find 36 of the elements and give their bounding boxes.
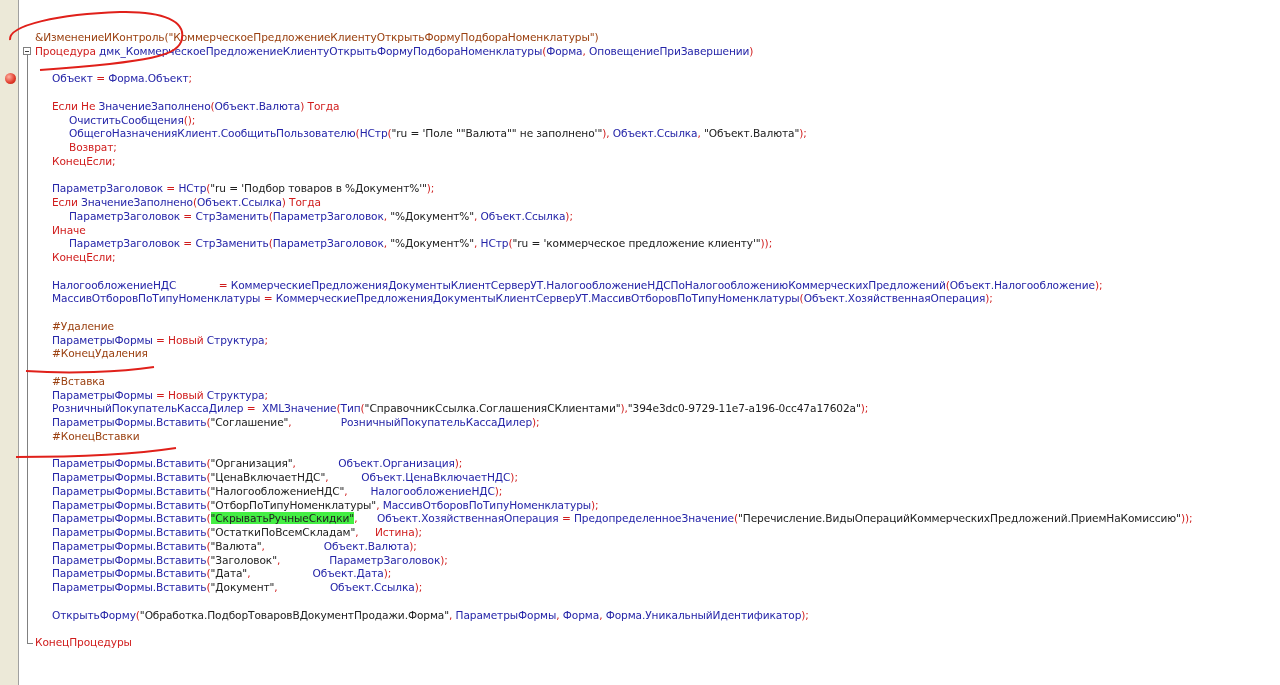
code-line: Если Не ЗначениеЗаполнено(Объект.Валюта) Тогда xyxy=(51,99,340,114)
code-line: ПараметрыФормы.Вставить("ЦенаВключаетНДС", Объект.ЦенаВключаетНДС); xyxy=(51,471,518,485)
code-line: ПараметрЗаголовок = СтрЗаменить(ПараметрЗаголовок, "%Документ%", НСтр("ru = 'коммерческое предложение клиенту'")); xyxy=(68,237,773,251)
code-line: ПараметрЗаголовок = НСтр("ru = 'Подбор товаров в %Документ%'"); xyxy=(51,182,435,196)
code-line: ПараметрыФормы.Вставить("ОтборПоТипуНоменклатуры", МассивОтборовПоТипуНоменклатуры); xyxy=(51,498,599,513)
code-line: ПараметрыФормы.Вставить("Документ", Объект.Ссылка); xyxy=(51,581,423,595)
code-line: Иначе xyxy=(51,223,86,238)
code-line: НалогообложениеНДС = КоммерческиеПредложенияДокументыКлиентСерверУТ.НалогообложениеНДСПоНалогообложениюКоммерческихПредложений(Объект.Налогообложение); xyxy=(51,278,1103,293)
code-line: ПараметрыФормы.Вставить("Валюта", Объект.Валюта); xyxy=(51,539,417,554)
code-line: КонецЕсли; xyxy=(51,154,116,169)
code-line: Объект = Форма.Объект; xyxy=(51,72,193,86)
code-line: #Удаление xyxy=(51,319,114,334)
code-line: РозничныйПокупательКассаДилер = XMLЗначение(Тип("СправочникСсылка.СоглашенияСКлиентами"),"394e3dc0-9729-11e7-a196-0cc47a17602a"); xyxy=(51,402,869,416)
code-line: Возврат; xyxy=(68,141,117,155)
code-line: #Вставка xyxy=(51,374,105,389)
code-line: ПараметрЗаголовок = СтрЗаменить(ПараметрЗаголовок, "%Документ%", Объект.Ссылка); xyxy=(68,209,573,224)
code-line: ПараметрыФормы.Вставить("Соглашение", РозничныйПокупательКассаДилер); xyxy=(51,416,540,430)
code-line: ПараметрыФормы.Вставить("Заголовок", ПараметрЗаголовок); xyxy=(51,553,448,568)
code-line: Если ЗначениеЗаполнено(Объект.Ссылка) Тогда xyxy=(51,196,321,210)
code-line: ПараметрыФормы.Вставить("Дата", Объект.Дата); xyxy=(51,567,392,581)
code-line: #КонецВставки xyxy=(51,429,140,444)
code-line: #КонецУдаления xyxy=(51,347,148,361)
code-line: ПараметрыФормы.Вставить("НалогообложениеНДС", НалогообложениеНДС); xyxy=(51,484,503,499)
code-line: ПараметрыФормы.Вставить("СкрыватьРучныеСкидки", Объект.ХозяйственнаяОперация = ПредопределенноеЗначение("Перечисление.ВидыОперацийКоммерческихПредложений.ПриемНаКомиссию")); xyxy=(51,512,1193,526)
code-line: ПараметрыФормы = Новый Структура; xyxy=(51,388,268,403)
collapse-icon[interactable] xyxy=(23,46,31,55)
code-line: ОбщегоНазначенияКлиент.СообщитьПользователю(НСтр("ru = 'Поле ""Валюта"" не заполнено'"), Объект.Ссылка, "Объект.Валюта"); xyxy=(68,127,807,141)
code-line: ОткрытьФорму("Обработка.ПодборТоваровВДокументПродажи.Форма", ПараметрыФормы, Форма, Форма.УникальныйИдентификатор); xyxy=(51,608,809,623)
code-line: ПараметрыФормы.Вставить("ОстаткиПоВсемСкладам", Истина); xyxy=(51,526,423,540)
code-line: ПараметрыФормы.Вставить("Организация", Объект.Организация); xyxy=(51,457,463,471)
code-line: ОчиститьСообщения(); xyxy=(68,113,196,128)
code-line: КонецПроцедуры xyxy=(35,636,132,650)
breakpoint-icon[interactable] xyxy=(5,73,16,85)
code-line: КонецЕсли; xyxy=(51,251,116,265)
code-line: МассивОтборовПоТипуНоменклатуры = КоммерческиеПредложенияДокументыКлиентСерверУТ.МассивОтборовПоТипуНоменклатуры(Объект.ХозяйственнаяОперация); xyxy=(51,292,993,306)
code-line: ПараметрыФормы = Новый Структура; xyxy=(51,333,268,348)
